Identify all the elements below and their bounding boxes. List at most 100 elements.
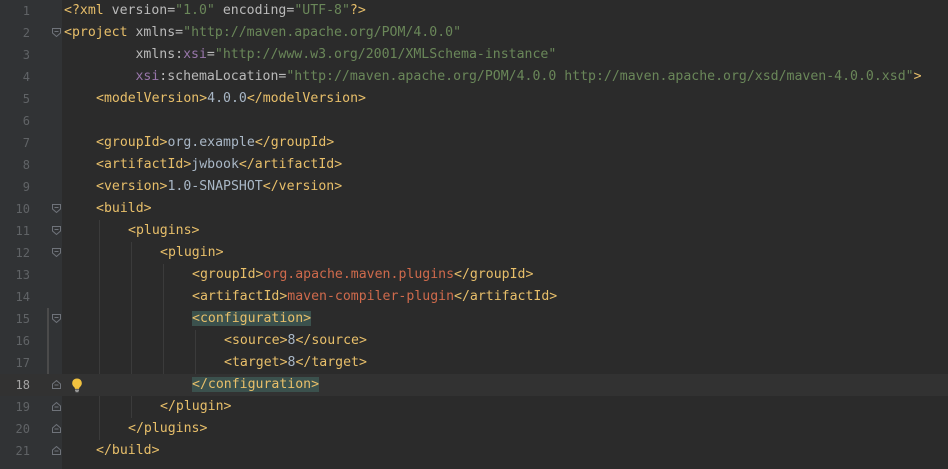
code-token: <plugin> — [160, 245, 224, 260]
code-line[interactable]: 5 <modelVersion>4.0.0</modelVersion> — [0, 88, 948, 110]
code-token: <target> — [224, 355, 288, 370]
code-token: encoding — [222, 3, 287, 18]
code-line[interactable]: 9 <version>1.0-SNAPSHOT</version> — [0, 176, 948, 198]
code-token: <project — [64, 25, 136, 40]
code-token: </configuration> — [192, 377, 320, 392]
code-token: <modelVersion> — [96, 91, 208, 106]
line-code: <build> — [96, 198, 152, 220]
fold-collapse-icon[interactable] — [52, 248, 61, 257]
line-number: 12 — [15, 246, 30, 260]
code-line[interactable]: 15 <configuration> — [0, 308, 948, 330]
code-token: version — [111, 3, 168, 18]
line-code: <source>8</source> — [224, 330, 367, 352]
line-number: 1 — [22, 4, 30, 18]
line-code: <target>8</target> — [224, 352, 367, 374]
line-code: <plugins> — [128, 220, 199, 242]
fold-end-icon[interactable] — [52, 424, 61, 433]
code-token: "http://maven.apache.org/POM/4.0.0 http:… — [286, 69, 914, 84]
code-token: xsi — [183, 47, 207, 62]
line-number: 17 — [15, 356, 30, 370]
code-line[interactable]: 4 xsi:schemaLocation="http://maven.apach… — [0, 66, 948, 88]
line-code: <plugin> — [160, 242, 224, 264]
code-line[interactable]: 6 — [0, 110, 948, 132]
code-token: <artifactId> — [192, 289, 288, 304]
code-line[interactable]: 14 <artifactId>maven-compiler-plugin</art… — [0, 286, 948, 308]
line-number: 20 — [15, 422, 30, 436]
code-token: </build> — [96, 443, 160, 458]
line-code: <modelVersion>4.0.0</modelVersion> — [96, 88, 366, 110]
fold-collapse-icon[interactable] — [52, 204, 61, 213]
line-number: 18 — [15, 378, 30, 392]
line-code: <groupId>org.example</groupId> — [96, 132, 334, 154]
line-number: 3 — [22, 48, 30, 62]
line-number: 10 — [15, 202, 30, 216]
code-token: </version> — [262, 179, 343, 194]
code-token: 1.0-SNAPSHOT — [167, 179, 263, 194]
line-code: <version>1.0-SNAPSHOT</version> — [96, 176, 342, 198]
code-line[interactable]: 20 </plugins> — [0, 418, 948, 440]
code-token: :schemaLocation — [159, 69, 279, 84]
line-number: 8 — [22, 158, 30, 172]
code-token: 4.0.0 — [207, 91, 247, 106]
code-token: </artifactId> — [238, 157, 343, 172]
fold-end-icon[interactable] — [52, 380, 61, 389]
code-editor[interactable]: 1 <?xml version="1.0" encoding="UTF-8"?> 2… — [0, 0, 948, 469]
code-token: "1.0" — [175, 3, 215, 18]
code-line[interactable]: 3 xmlns:xsi="http://www.w3.org/2001/XMLS… — [0, 44, 948, 66]
lightbulb-icon[interactable] — [70, 377, 84, 393]
line-code: <?xml version="1.0" encoding="UTF-8"?> — [64, 0, 366, 22]
fold-end-icon[interactable] — [52, 446, 61, 455]
line-number: 19 — [15, 400, 30, 414]
code-token: maven-compiler-plugin — [287, 289, 455, 304]
code-token: <groupId> — [192, 267, 264, 282]
code-token: </plugins> — [128, 421, 208, 436]
code-line[interactable]: 12 <plugin> — [0, 242, 948, 264]
fold-collapse-icon[interactable] — [52, 28, 61, 37]
code-line[interactable]: 21 </build> — [0, 440, 948, 462]
code-token: </groupId> — [254, 135, 335, 150]
code-token: "UTF-8" — [294, 3, 350, 18]
code-line[interactable]: 11 <plugins> — [0, 220, 948, 242]
code-line[interactable]: 2 <project xmlns="http://maven.apache.org… — [0, 22, 948, 44]
code-token: xmlns — [135, 25, 176, 40]
code-token: <build> — [96, 201, 152, 216]
code-token: </modelVersion> — [246, 91, 366, 106]
code-token: <configuration> — [192, 311, 312, 326]
code-line[interactable]: 7 <groupId>org.example</groupId> — [0, 132, 948, 154]
code-token: </groupId> — [454, 267, 534, 282]
code-token: = — [206, 47, 215, 62]
code-token: jwbook — [191, 157, 239, 172]
code-token: </artifactId> — [454, 289, 558, 304]
code-line[interactable]: 1 <?xml version="1.0" encoding="UTF-8"?> — [0, 0, 948, 22]
code-line[interactable]: 8 <artifactId>jwbook</artifactId> — [0, 154, 948, 176]
line-number: 11 — [15, 224, 30, 238]
line-number: 16 — [15, 334, 30, 348]
code-token: > — [913, 69, 922, 84]
line-number: 9 — [22, 180, 30, 194]
line-number: 14 — [15, 290, 30, 304]
code-token: org.example — [167, 135, 255, 150]
fold-collapse-icon[interactable] — [52, 226, 61, 235]
code-line[interactable]: 18 </configuration> — [0, 374, 948, 396]
code-token: org.apache.maven.plugins — [263, 267, 455, 282]
fold-collapse-icon[interactable] — [52, 314, 61, 323]
line-code: <artifactId>maven-compiler-plugin</artif… — [192, 286, 557, 308]
code-token: "http://maven.apache.org/POM/4.0.0" — [183, 25, 462, 40]
line-code: <groupId>org.apache.maven.plugins</group… — [192, 264, 533, 286]
fold-end-icon[interactable] — [52, 402, 61, 411]
code-line[interactable]: 13 <groupId>org.apache.maven.plugins</gro… — [0, 264, 948, 286]
line-number: 4 — [22, 70, 30, 84]
code-line[interactable]: 16 <source>8</source> — [0, 330, 948, 352]
line-code: xmlns:xsi="http://www.w3.org/2001/XMLSch… — [64, 44, 556, 66]
code-token: xsi — [135, 69, 160, 84]
code-token: <plugins> — [128, 223, 200, 238]
code-line[interactable]: 10 <build> — [0, 198, 948, 220]
code-token: ?> — [349, 3, 366, 18]
line-number: 6 — [22, 114, 30, 128]
line-code: <artifactId>jwbook</artifactId> — [96, 154, 342, 176]
code-line[interactable]: 17 <target>8</target> — [0, 352, 948, 374]
code-line[interactable]: 19 </plugin> — [0, 396, 948, 418]
code-token: <version> — [96, 179, 168, 194]
